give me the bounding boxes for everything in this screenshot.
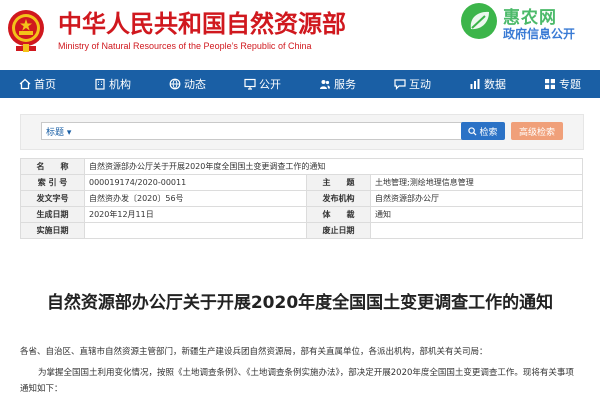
building-icon xyxy=(94,78,106,90)
globe-icon xyxy=(169,78,181,90)
nav-topics[interactable]: 专题 xyxy=(525,70,600,98)
national-emblem-icon[interactable] xyxy=(6,6,46,54)
nav-label: 互动 xyxy=(409,78,431,91)
search-bar: 标题 ▾ 检索 高级检索 xyxy=(20,114,584,150)
label-name: 名 称 xyxy=(20,158,85,175)
watermark: 惠农网 政府信息公开 xyxy=(455,0,600,48)
label-doc-number: 发文字号 xyxy=(20,190,85,207)
table-row: 索 引 号 000019174/2020-00011 主 题 土地管理;测绘地理… xyxy=(20,174,583,191)
label-effective-date: 实施日期 xyxy=(20,222,85,239)
site-title[interactable]: 中华人民共和国自然资源部 xyxy=(58,4,346,39)
label-topic: 主 题 xyxy=(306,174,371,191)
article-paragraph: 为掌握全国国土利用变化情况，按照《土地调查条例》、《土地调查条例实施办法》，部决… xyxy=(20,368,574,394)
search-button[interactable]: 检索 xyxy=(461,122,505,140)
nav-services[interactable]: 服务 xyxy=(300,70,375,98)
nav-public[interactable]: 公开 xyxy=(225,70,300,98)
value-expiry-date xyxy=(370,222,583,239)
label-created-date: 生成日期 xyxy=(20,206,85,223)
nav-data[interactable]: 数据 xyxy=(450,70,525,98)
table-row: 名 称 自然资源部办公厅关于开展2020年度全国国土变更调查工作的通知 xyxy=(20,158,583,175)
value-effective-date xyxy=(84,222,307,239)
table-row: 实施日期 废止日期 xyxy=(20,222,583,239)
watermark-caption: 政府信息公开 xyxy=(503,27,576,41)
article-salutation: 各省、自治区、直辖市自然资源主管部门，新疆生产建设兵团自然资源局，部有关直属单位… xyxy=(20,347,488,357)
search-box: 标题 ▾ xyxy=(41,122,471,140)
nav-interaction[interactable]: 互动 xyxy=(375,70,450,98)
nav-home[interactable]: 首页 xyxy=(0,70,75,98)
article-title: 自然资源部办公厅关于开展2020年度全国国土变更调查工作的通知 xyxy=(46,293,554,313)
value-topic: 土地管理;测绘地理信息管理 xyxy=(370,174,583,191)
site-subtitle: Ministry of Natural Resources of the Peo… xyxy=(58,41,312,51)
site-header: 中华人民共和国自然资源部 Ministry of Natural Resourc… xyxy=(0,0,600,70)
label-publisher: 发布机构 xyxy=(306,190,371,207)
search-input[interactable] xyxy=(112,124,462,138)
value-publisher: 自然资源部办公厅 xyxy=(370,190,583,207)
nav-label: 专题 xyxy=(559,78,581,91)
value-name: 自然资源部办公厅关于开展2020年度全国国土变更调查工作的通知 xyxy=(84,158,583,175)
search-icon xyxy=(468,126,477,136)
label-index: 索 引 号 xyxy=(20,174,85,191)
nav-label: 公开 xyxy=(259,78,281,91)
main-nav: 首页 机构 动态 公开 服务 互动 数据 专题 xyxy=(0,70,600,98)
value-doc-number: 自然资办发〔2020〕56号 xyxy=(84,190,307,207)
chart-icon xyxy=(469,78,481,90)
search-scope-select[interactable]: 标题 ▾ xyxy=(46,125,71,138)
search-button-label: 检索 xyxy=(479,127,498,138)
document-info-table: 名 称 自然资源部办公厅关于开展2020年度全国国土变更调查工作的通知 索 引 … xyxy=(20,158,583,239)
value-index: 000019174/2020-00011 xyxy=(84,174,307,191)
label-expiry-date: 废止日期 xyxy=(306,222,371,239)
nav-label: 数据 xyxy=(484,78,506,91)
nav-label: 动态 xyxy=(184,78,206,91)
table-row: 生成日期 2020年12月11日 体 裁 通知 xyxy=(20,206,583,223)
nav-label: 机构 xyxy=(109,78,131,91)
monitor-icon xyxy=(244,78,256,90)
nav-label: 首页 xyxy=(34,78,56,91)
nav-news[interactable]: 动态 xyxy=(150,70,225,98)
advanced-search-button[interactable]: 高级检索 xyxy=(511,122,563,140)
home-icon xyxy=(19,78,31,90)
value-created-date: 2020年12月11日 xyxy=(84,206,307,223)
table-row: 发文字号 自然资办发〔2020〕56号 发布机构 自然资源部办公厅 xyxy=(20,190,583,207)
nav-label: 服务 xyxy=(334,78,356,91)
grid-icon xyxy=(544,78,556,90)
value-genre: 通知 xyxy=(370,206,583,223)
chat-icon xyxy=(394,78,406,90)
nav-agencies[interactable]: 机构 xyxy=(75,70,150,98)
people-icon xyxy=(319,78,331,90)
label-genre: 体 裁 xyxy=(306,206,371,223)
leaf-logo-icon xyxy=(461,3,497,39)
